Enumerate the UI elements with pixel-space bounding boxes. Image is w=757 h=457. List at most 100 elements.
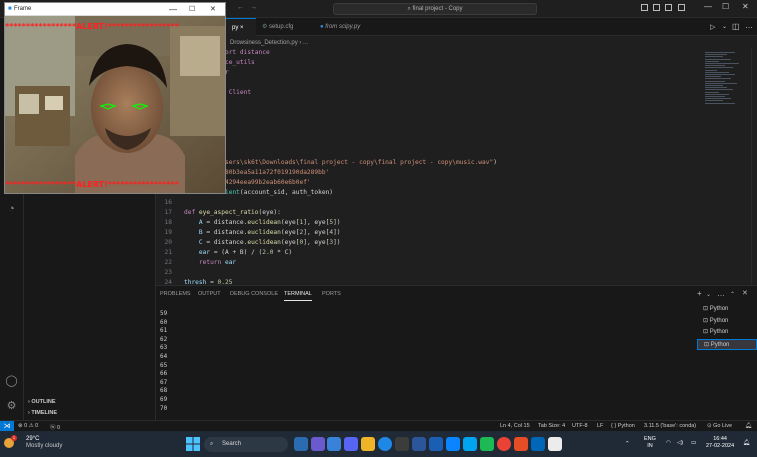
toggle-panel-icon[interactable] — [653, 4, 660, 11]
frame-minimize-icon[interactable]: — — [169, 3, 177, 16]
frame-maximize-icon[interactable]: ☐ — [189, 3, 195, 16]
problems-count[interactable]: ⊗ 0 ⚠ 0 — [18, 423, 38, 429]
code-token: ], eye[ — [303, 219, 330, 226]
tab-output[interactable]: OUTPUT — [198, 291, 221, 297]
whatsapp-icon[interactable] — [480, 437, 494, 451]
more-actions-icon[interactable]: … — [717, 289, 725, 298]
teams-icon[interactable] — [344, 437, 358, 451]
toggle-secondary-sidebar-icon[interactable] — [665, 4, 672, 11]
split-editor-icon[interactable]: ◫ — [732, 22, 740, 31]
cursor-position[interactable]: Ln 4, Col 15 — [500, 423, 530, 429]
terminal-line: 59 — [160, 310, 168, 317]
camera-frame-window[interactable]: ■ Frame — ☐ ✕ *****************ALERT!***… — [4, 2, 226, 194]
weather-widget[interactable]: 29°C Mostly cloudy — [16, 436, 62, 450]
accounts-icon[interactable]: ◯ — [5, 375, 18, 388]
remote-explorer-icon[interactable]: ◔ — [5, 203, 18, 216]
edge-browser-icon[interactable] — [378, 437, 392, 451]
terminal-instance[interactable]: ⊡ Python — [697, 304, 757, 315]
tab-ports[interactable]: PORTS — [322, 291, 341, 297]
command-center-search[interactable]: ⌕ final project - Copy — [333, 3, 537, 15]
new-terminal-icon[interactable]: + — [697, 289, 702, 298]
tab-close-icon[interactable]: × — [240, 25, 244, 31]
run-dropdown-icon[interactable]: ⌄ — [722, 23, 727, 30]
minimap-line — [705, 78, 731, 80]
taskbar-search[interactable]: ⌕ Search — [204, 437, 288, 452]
tab-debug-console[interactable]: DEBUG CONSOLE — [230, 291, 278, 297]
forward-arrow-icon[interactable]: → — [250, 4, 257, 11]
editor-scrollbar[interactable] — [751, 48, 757, 284]
wifi-icon[interactable]: ◠ — [666, 440, 671, 447]
tab-drowsiness-detection[interactable]: py × — [226, 18, 256, 36]
chat-icon[interactable] — [327, 437, 341, 451]
minimap-line — [705, 76, 721, 78]
toggle-primary-sidebar-icon[interactable] — [641, 4, 648, 11]
windows-taskbar: 1 29°C Mostly cloudy ⌕ Search ⌃ ENG IN ◠ … — [0, 431, 757, 457]
vscode-icon[interactable] — [531, 437, 545, 451]
minimap[interactable] — [701, 48, 751, 284]
store-icon[interactable] — [395, 437, 409, 451]
terminal-instance[interactable]: ⊡ Python — [697, 338, 757, 350]
line-content: thresh = 0.25 — [184, 278, 232, 284]
battery-icon[interactable]: ▭ — [691, 440, 696, 447]
go-live-button[interactable]: ⊙ Go Live — [707, 423, 732, 429]
tab-setup-cfg[interactable]: ⚙ setup.cfg — [256, 18, 314, 36]
outlook-icon[interactable] — [446, 437, 460, 451]
back-arrow-icon[interactable]: ← — [237, 4, 244, 11]
minimap-line — [705, 71, 729, 73]
tab-from-scipy[interactable]: ● from scipy.py — [314, 18, 394, 36]
language-indicator[interactable]: ENG IN — [644, 436, 656, 450]
minimize-icon[interactable]: — — [704, 2, 712, 11]
app-icon[interactable] — [412, 437, 426, 451]
line-content: load(r"C:\Users\sk6t\Downloads\final pro… — [184, 158, 497, 168]
terminal-dropdown-icon[interactable]: ⌄ — [706, 291, 711, 298]
encoding[interactable]: UTF-8 — [572, 423, 588, 429]
more-actions-icon[interactable]: … — [745, 21, 753, 30]
file-explorer-icon[interactable] — [361, 437, 375, 451]
code-token: = distance. — [202, 219, 248, 226]
windows-start-icon[interactable] — [186, 437, 200, 451]
volume-icon[interactable]: ◁) — [677, 440, 683, 447]
maximize-panel-icon[interactable]: ⌃ — [730, 291, 735, 298]
line-number: 19 — [164, 229, 172, 236]
outline-section[interactable]: › OUTLINE — [28, 399, 56, 405]
maximize-icon[interactable]: ☐ — [722, 2, 729, 11]
line-content: B = distance.euclidean(eye[2], eye[4]) — [184, 228, 341, 238]
tab-problems[interactable]: PROBLEMS — [160, 291, 191, 297]
timeline-section[interactable]: › TIMELINE — [28, 410, 57, 416]
python-window-icon[interactable] — [548, 437, 562, 451]
line-ending[interactable]: LF — [597, 423, 603, 429]
language-mode[interactable]: { } Python — [611, 423, 635, 429]
photos-icon[interactable] — [463, 437, 477, 451]
tab-terminal[interactable]: TERMINAL — [284, 291, 312, 301]
python-interpreter[interactable]: 3.11.5 ('base': conda) — [644, 423, 696, 429]
ports-count[interactable]: ⓦ 0 — [50, 423, 60, 431]
close-icon[interactable]: ✕ — [742, 2, 749, 11]
clock-date: 27-02-2024 — [706, 443, 735, 449]
terminal-line: 69 — [160, 396, 168, 403]
run-python-icon[interactable]: ▷ — [710, 23, 715, 31]
word-icon[interactable] — [429, 437, 443, 451]
terminal-line: 68 — [160, 387, 168, 395]
chrome-icon[interactable] — [497, 437, 511, 451]
frame-close-icon[interactable]: ✕ — [210, 3, 216, 16]
code-token: 0.25 — [217, 279, 233, 284]
notifications-icon[interactable]: 🔔︎ — [743, 440, 750, 447]
indentation[interactable]: Tab Size: 4 — [538, 423, 565, 429]
tray-overflow-icon[interactable]: ⌃ — [625, 441, 630, 448]
code-editor[interactable]: spatial import distancet import face_uti… — [156, 48, 701, 284]
terminal-instance[interactable]: ⊡ Python — [697, 316, 757, 327]
notifications-bell-icon[interactable]: 🔔︎ — [745, 423, 752, 429]
search-icon: ⌕ — [210, 441, 214, 447]
clock[interactable]: 16:44 27-02-2024 — [706, 436, 734, 450]
media-icon[interactable] — [514, 437, 528, 451]
terminal-instance[interactable]: ⊡ Python — [697, 327, 757, 338]
manage-gear-icon[interactable]: ⚙ — [5, 400, 18, 413]
meet-icon[interactable] — [311, 437, 325, 451]
frame-title-bar[interactable]: ■ Frame — ☐ ✕ — [5, 3, 225, 16]
close-panel-icon[interactable]: ✕ — [742, 289, 748, 297]
customize-layout-icon[interactable] — [678, 4, 685, 11]
terminal-line: 70 — [160, 404, 168, 412]
task-view-icon[interactable] — [294, 437, 308, 451]
line-content: ear = (A + B) / (2.0 * C) — [184, 248, 292, 258]
code-token: euclidean — [247, 219, 281, 226]
